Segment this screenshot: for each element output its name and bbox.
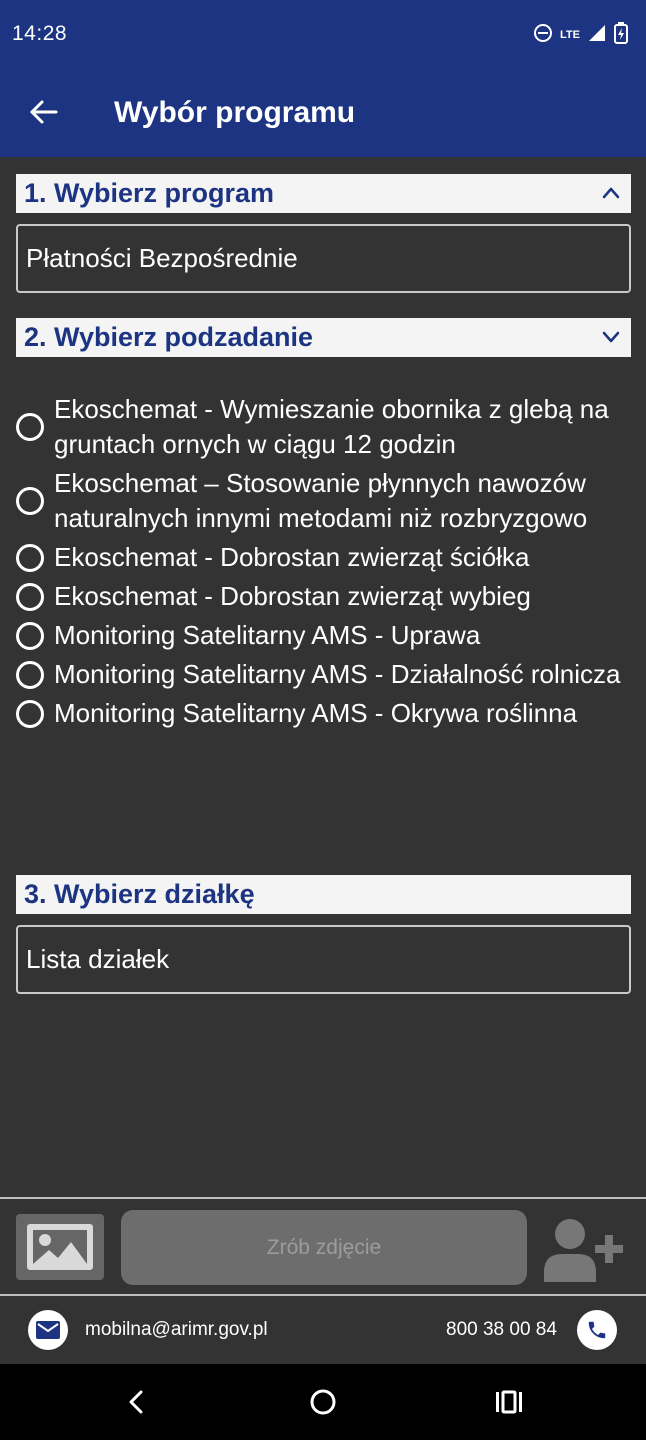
parcel-select[interactable]: Lista działek (16, 925, 631, 994)
subtask-option-label: Ekoschemat - Dobrostan zwierząt wybieg (54, 581, 531, 611)
radio-button-icon[interactable] (16, 660, 44, 689)
image-icon (27, 1224, 93, 1270)
back-button[interactable] (24, 92, 64, 132)
subtask-option-7[interactable]: Monitoring Satelitarny AMS - Okrywa rośl… (16, 694, 636, 733)
take-photo-button[interactable]: Zrób zdjęcie (121, 1210, 527, 1285)
radio-button-icon[interactable] (16, 582, 44, 611)
add-user-button[interactable] (540, 1216, 626, 1282)
subtask-option-label: Monitoring Satelitarny AMS - Działalność… (54, 659, 621, 689)
email-icon[interactable] (28, 1310, 68, 1350)
section-title-program: 1. Wybierz program (24, 178, 275, 208)
signal-icon (587, 23, 607, 48)
subtask-radio-group: Ekoschemat - Wymieszanie obornika z gleb… (16, 390, 636, 733)
subtask-option-label: Ekoschemat - Dobrostan zwierząt ściółka (54, 542, 530, 572)
section-title-subtask: 2. Wybierz podzadanie (24, 322, 314, 352)
section-header-subtask[interactable]: 2. Wybierz podzadanie (16, 318, 631, 357)
subtask-option-4[interactable]: Ekoschemat - Dobrostan zwierząt wybieg (16, 577, 636, 616)
system-nav-bar (0, 1364, 646, 1440)
nav-recents-button[interactable] (491, 1384, 527, 1420)
status-time: 14:28 (12, 22, 68, 45)
phone-icon[interactable] (577, 1310, 617, 1350)
section-title-parcel: 3. Wybierz działkę (24, 879, 255, 909)
contact-bar: mobilna@arimr.gov.pl 800 38 00 84 (0, 1296, 646, 1364)
subtask-option-1[interactable]: Ekoschemat - Wymieszanie obornika z gleb… (16, 390, 636, 464)
radio-button-icon[interactable] (16, 413, 44, 441)
subtask-option-3[interactable]: Ekoschemat - Dobrostan zwierząt ściółka (16, 538, 636, 577)
subtask-option-label: Ekoschemat - Wymieszanie obornika z gleb… (54, 394, 609, 459)
bottom-action-bar: Zrób zdjęcie (0, 1200, 646, 1294)
subtask-option-label: Monitoring Satelitarny AMS - Uprawa (54, 620, 481, 650)
take-photo-label: Zrób zdjęcie (266, 1235, 382, 1259)
email-link[interactable]: mobilna@arimr.gov.pl (85, 1319, 268, 1341)
program-select[interactable]: Płatności Bezpośrednie (16, 224, 631, 293)
do-not-disturb-icon (533, 23, 553, 48)
status-bar: 14:28 LTE (0, 0, 646, 70)
subtask-option-6[interactable]: Monitoring Satelitarny AMS - Działalność… (16, 655, 636, 694)
chevron-up-icon (602, 187, 620, 199)
recents-icon (496, 1390, 522, 1414)
app-bar: Wybór programu (0, 70, 646, 157)
subtask-option-label: Monitoring Satelitarny AMS - Okrywa rośl… (54, 698, 578, 728)
radio-button-icon[interactable] (16, 621, 44, 650)
radio-button-icon[interactable] (16, 543, 44, 572)
radio-button-icon[interactable] (16, 487, 44, 515)
gallery-button[interactable] (16, 1214, 104, 1280)
home-circle-icon (310, 1389, 336, 1415)
parcel-select-value: Lista działek (26, 944, 170, 974)
section-header-parcel[interactable]: 3. Wybierz działkę (16, 875, 631, 914)
chevron-left-icon (129, 1390, 143, 1414)
arrow-left-icon (30, 100, 58, 124)
subtask-option-5[interactable]: Monitoring Satelitarny AMS - Uprawa (16, 616, 636, 655)
lte-label: LTE (560, 28, 580, 41)
phone-link[interactable]: 800 38 00 84 (446, 1319, 557, 1341)
program-select-value: Płatności Bezpośrednie (26, 243, 298, 273)
battery-icon (614, 21, 628, 49)
radio-button-icon[interactable] (16, 699, 44, 728)
page-title: Wybór programu (114, 96, 356, 129)
add-user-icon (544, 1219, 623, 1282)
subtask-option-label: Ekoschemat – Stosowanie płynnych nawozów… (54, 468, 588, 533)
nav-home-button[interactable] (305, 1384, 341, 1420)
subtask-option-2[interactable]: Ekoschemat – Stosowanie płynnych nawozów… (16, 464, 636, 538)
section-header-program[interactable]: 1. Wybierz program (16, 174, 631, 213)
chevron-down-icon (602, 331, 620, 343)
divider (0, 1197, 646, 1199)
nav-back-button[interactable] (118, 1384, 154, 1420)
status-icons: LTE (533, 21, 628, 49)
